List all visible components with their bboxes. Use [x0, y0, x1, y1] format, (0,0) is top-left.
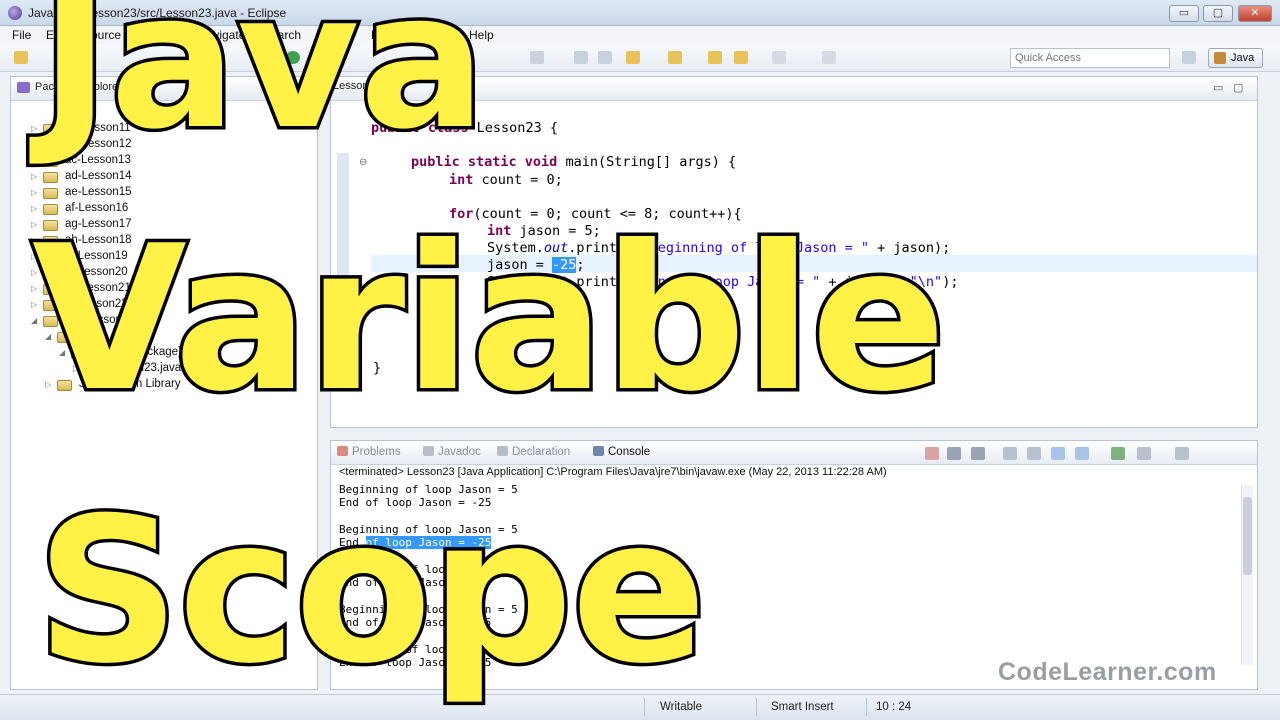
- back-icon[interactable]: [734, 51, 748, 64]
- bottom-tabbar: Problems Javadoc Declaration Console: [331, 441, 1257, 465]
- codelearner-watermark: CodeLearner.com: [998, 658, 1217, 686]
- project-folder-icon: [43, 172, 58, 183]
- prev-annotation-icon[interactable]: [668, 51, 682, 64]
- show-stdout-icon[interactable]: [1051, 447, 1065, 460]
- overlay-title-line-1: Java: [36, 0, 489, 171]
- code-token: main(String[] args) {: [565, 154, 737, 170]
- new-icon[interactable]: [14, 51, 28, 64]
- scroll-lock-icon[interactable]: [1027, 447, 1041, 460]
- forward-icon[interactable]: [772, 51, 786, 64]
- scrollbar-thumb[interactable]: [1243, 497, 1252, 575]
- code-line: int count = 0;: [449, 171, 563, 189]
- next-annotation-icon[interactable]: [626, 51, 640, 64]
- tree-item-label: ad-Lesson14: [65, 170, 132, 182]
- terminate-icon[interactable]: [925, 447, 939, 460]
- maximize-button[interactable]: ▢: [1203, 5, 1233, 22]
- tab-label: Console: [608, 446, 651, 458]
- expand-arrow-icon[interactable]: ▷: [31, 124, 37, 133]
- tree-item-label: ae-Lesson15: [65, 186, 132, 198]
- pin-editor-icon[interactable]: [822, 51, 836, 64]
- status-separator: [866, 698, 867, 716]
- eclipse-logo-icon: [8, 6, 22, 20]
- clear-console-icon[interactable]: [1003, 447, 1017, 460]
- tab-label: Javadoc: [438, 446, 481, 458]
- remove-all-icon[interactable]: [971, 447, 985, 460]
- tab-console[interactable]: Console: [593, 446, 650, 458]
- console-icon: [593, 446, 604, 456]
- java-perspective-icon: [1214, 52, 1226, 64]
- display-console-icon[interactable]: [1137, 447, 1151, 460]
- toggle-mark-icon[interactable]: [530, 51, 544, 64]
- menu-file[interactable]: File: [12, 28, 31, 42]
- expand-arrow-icon[interactable]: ▷: [31, 156, 37, 165]
- minimize-button[interactable]: ▭: [1169, 5, 1199, 22]
- code-token: );: [942, 274, 959, 290]
- quick-access-input[interactable]: Quick Access: [1010, 48, 1170, 68]
- console-vertical-scrollbar[interactable]: [1241, 485, 1253, 665]
- maximize-editor-icon[interactable]: ▢: [1233, 81, 1243, 94]
- status-separator: [756, 698, 757, 716]
- last-edit-icon[interactable]: [708, 51, 722, 64]
- tab-label: Declaration: [512, 446, 571, 458]
- overlay-title-line-3: Scope: [33, 475, 711, 708]
- package-explorer-icon: [17, 82, 30, 93]
- declaration-icon: [497, 446, 508, 456]
- expand-arrow-icon[interactable]: ▷: [31, 140, 37, 149]
- keyword-token: int: [449, 172, 482, 188]
- close-button[interactable]: ✕: [1238, 5, 1272, 22]
- remove-launch-icon[interactable]: [947, 447, 961, 460]
- java-perspective-button[interactable]: Java: [1208, 48, 1263, 68]
- minimize-editor-icon[interactable]: ▭: [1213, 81, 1223, 94]
- show-stderr-icon[interactable]: [1075, 447, 1089, 460]
- block-selection-icon[interactable]: [574, 51, 588, 64]
- expand-arrow-icon[interactable]: ▷: [31, 188, 37, 197]
- javadoc-icon: [423, 446, 434, 456]
- problems-icon: [337, 446, 348, 456]
- expand-arrow-icon[interactable]: ▷: [31, 172, 37, 181]
- cursor-position: 10 : 24: [876, 701, 912, 713]
- pin-console-icon[interactable]: [1111, 447, 1125, 460]
- tab-javadoc[interactable]: Javadoc: [423, 446, 481, 458]
- project-folder-icon: [43, 188, 58, 199]
- show-whitespace-icon[interactable]: [598, 51, 612, 64]
- open-perspective-icon[interactable]: [1182, 51, 1196, 64]
- java-perspective-label: Java: [1231, 52, 1255, 64]
- code-token: Lesson23 {: [476, 120, 558, 136]
- tab-declaration[interactable]: Declaration: [497, 446, 570, 458]
- insert-mode-status: Smart Insert: [771, 701, 834, 713]
- code-token: count = 0;: [481, 172, 563, 188]
- open-console-icon[interactable]: [1175, 447, 1189, 460]
- tab-label: Problems: [352, 446, 401, 458]
- tab-problems[interactable]: Problems: [337, 446, 401, 458]
- overlay-title-line-2: Variable: [28, 203, 949, 436]
